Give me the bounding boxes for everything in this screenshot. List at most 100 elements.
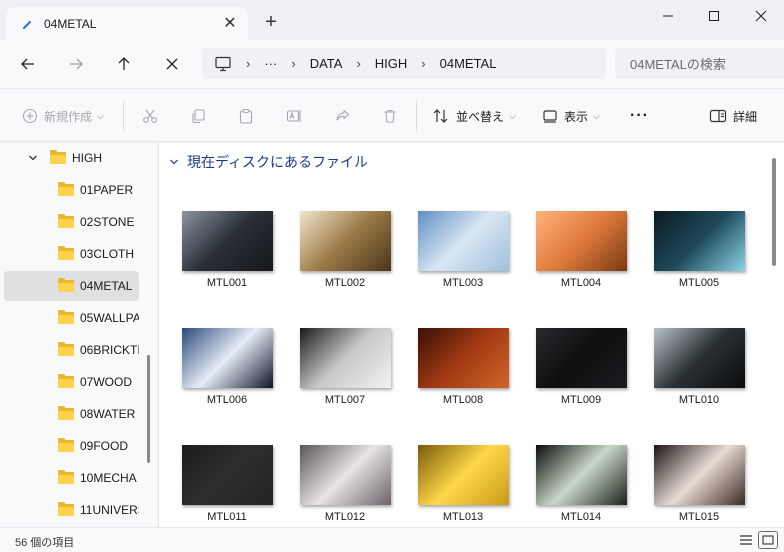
- file-name: MTL007: [324, 394, 366, 406]
- breadcrumb-high[interactable]: HIGH: [375, 56, 408, 71]
- navigation-pane[interactable]: HIGH 01PAPER 02STONE 03CLOTH 04METAL 05W…: [0, 143, 157, 527]
- new-button[interactable]: 新規作成 ⌵: [22, 106, 104, 126]
- thumbnail-image: [182, 211, 273, 271]
- address-bar[interactable]: › ··· › DATA › HIGH › 04METAL: [202, 48, 606, 79]
- command-bar: 新規作成 ⌵ 並べ替え ⌵ 表示 ⌵ ··· 詳細: [0, 88, 784, 142]
- chevron-right-icon[interactable]: ›: [246, 56, 250, 71]
- tab-close-icon[interactable]: ✕: [222, 15, 238, 32]
- list-icon: [740, 535, 752, 545]
- tab-04metal[interactable]: 04METAL ✕: [6, 7, 248, 40]
- file-item-mtl002[interactable]: MTL002: [295, 211, 395, 289]
- file-item-mtl008[interactable]: MTL008: [413, 328, 513, 406]
- divider: [416, 101, 417, 131]
- up-button[interactable]: [112, 52, 136, 76]
- paste-button[interactable]: [238, 106, 254, 126]
- folder-icon: [58, 438, 74, 452]
- new-tab-button[interactable]: +: [262, 12, 280, 32]
- file-name: MTL001: [206, 277, 248, 289]
- file-item-mtl007[interactable]: MTL007: [295, 328, 395, 406]
- file-item-mtl001[interactable]: MTL001: [177, 211, 277, 289]
- chevron-right-icon[interactable]: ›: [421, 56, 425, 71]
- details-button[interactable]: 詳細: [709, 106, 757, 126]
- sidebar-item-06bricktile[interactable]: 06BRICKTILE: [4, 335, 139, 365]
- share-button[interactable]: [334, 106, 350, 126]
- file-item-mtl005[interactable]: MTL005: [649, 211, 749, 289]
- content-scrollbar[interactable]: [772, 158, 776, 266]
- file-item-mtl013[interactable]: MTL013: [413, 445, 513, 523]
- sidebar-item-03cloth[interactable]: 03CLOTH: [4, 239, 139, 269]
- file-item-mtl010[interactable]: MTL010: [649, 328, 749, 406]
- delete-button[interactable]: [382, 106, 398, 126]
- sidebar-item-08water[interactable]: 08WATER: [4, 399, 139, 429]
- chevron-down-icon: ⌵: [593, 110, 600, 121]
- sidebar-item-11universe[interactable]: 11UNIVERSE: [4, 495, 139, 525]
- file-view[interactable]: 現在ディスクにあるファイル MTL001 MTL002 MTL003 MTL00…: [158, 143, 784, 527]
- breadcrumb-data[interactable]: DATA: [310, 56, 343, 71]
- file-item-mtl006[interactable]: MTL006: [177, 328, 277, 406]
- file-name: MTL002: [324, 277, 366, 289]
- file-name: MTL010: [678, 394, 720, 406]
- chevron-down-icon[interactable]: [28, 153, 40, 163]
- folder-icon: [58, 310, 74, 324]
- more-options-button[interactable]: ···: [630, 106, 649, 126]
- forward-button[interactable]: [64, 52, 88, 76]
- breadcrumb-more[interactable]: ···: [264, 56, 277, 71]
- thumbnail-image: [300, 328, 391, 388]
- file-name: MTL009: [560, 394, 602, 406]
- details-button-label: 詳細: [733, 109, 758, 124]
- chevron-down-icon: ⌵: [97, 110, 104, 121]
- folder-icon: [58, 214, 74, 228]
- sidebar-item-02stone[interactable]: 02STONE: [4, 207, 139, 237]
- thumbnail-image: [654, 328, 745, 388]
- sidebar-item-07wood[interactable]: 07WOOD: [4, 367, 139, 397]
- status-bar: 56 個の項目: [0, 527, 784, 552]
- sidebar-item-label: 01PAPER: [80, 183, 134, 197]
- folder-icon: [58, 374, 74, 388]
- thumbnail-image: [300, 211, 391, 271]
- file-item-mtl004[interactable]: MTL004: [531, 211, 631, 289]
- copy-button[interactable]: [190, 106, 206, 126]
- search-input[interactable]: 04METALの検索: [615, 48, 784, 79]
- file-item-mtl012[interactable]: MTL012: [295, 445, 395, 523]
- large-icons-view-button[interactable]: [758, 531, 778, 549]
- file-name: MTL011: [207, 511, 247, 523]
- view-button[interactable]: 表示 ⌵: [542, 106, 600, 126]
- thumbnail-image: [418, 328, 509, 388]
- close-window-button[interactable]: [738, 0, 784, 32]
- details-pane-icon: [709, 109, 727, 123]
- breadcrumb-04metal[interactable]: 04METAL: [440, 56, 497, 71]
- maximize-button[interactable]: [691, 0, 737, 32]
- computer-icon[interactable]: [214, 56, 232, 72]
- file-name: MTL008: [442, 394, 484, 406]
- rename-button[interactable]: [286, 106, 302, 126]
- file-item-mtl015[interactable]: MTL015: [649, 445, 749, 523]
- sidebar-item-04metal[interactable]: 04METAL: [4, 271, 139, 301]
- file-item-mtl011[interactable]: MTL011: [177, 445, 277, 523]
- cut-button[interactable]: [142, 106, 158, 126]
- sidebar-item-label: 08WATER: [80, 407, 136, 421]
- group-header[interactable]: 現在ディスクにあるファイル: [169, 153, 368, 171]
- sidebar-item-05wallpaper[interactable]: 05WALLPAPER: [4, 303, 139, 333]
- minimize-button[interactable]: [645, 0, 691, 32]
- chevron-down-icon[interactable]: [169, 156, 181, 168]
- chevron-right-icon[interactable]: ›: [356, 56, 360, 71]
- sidebar-item-01paper[interactable]: 01PAPER: [4, 175, 139, 205]
- stop-button[interactable]: [160, 52, 184, 76]
- chevron-right-icon[interactable]: ›: [291, 56, 295, 71]
- copy-icon: [192, 109, 205, 124]
- file-item-mtl003[interactable]: MTL003: [413, 211, 513, 289]
- back-button[interactable]: [16, 52, 40, 76]
- file-item-mtl009[interactable]: MTL009: [531, 328, 631, 406]
- sidebar-item-09food[interactable]: 09FOOD: [4, 431, 139, 461]
- folder-icon: [58, 246, 74, 260]
- thumbnail-image: [536, 211, 627, 271]
- thumbnail-image: [536, 328, 627, 388]
- folder-icon: [50, 150, 66, 164]
- sort-button[interactable]: 並べ替え ⌵: [432, 106, 516, 126]
- sidebar-item-high[interactable]: HIGH: [4, 143, 139, 173]
- sidebar-scrollbar[interactable]: [147, 355, 150, 463]
- file-item-mtl014[interactable]: MTL014: [531, 445, 631, 523]
- sidebar-item-10mecha[interactable]: 10MECHA: [4, 463, 139, 493]
- file-name: MTL006: [206, 394, 248, 406]
- details-view-button[interactable]: [736, 531, 756, 549]
